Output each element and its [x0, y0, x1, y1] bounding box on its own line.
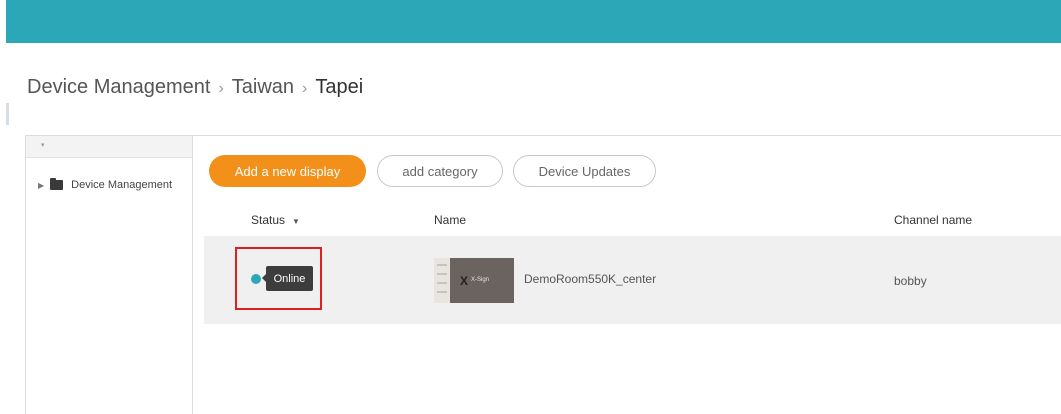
column-header-channel[interactable]: Channel name — [894, 213, 972, 227]
column-header-status-label: Status — [251, 213, 286, 227]
add-category-button[interactable]: add category — [377, 155, 503, 187]
add-new-display-button[interactable]: Add a new display — [209, 155, 366, 187]
breadcrumb: Device Management › Taiwan › Tapei — [27, 76, 363, 99]
column-header-status[interactable]: Status ▼ — [251, 213, 300, 227]
thumbnail-logo-icon: X — [460, 274, 469, 288]
left-edge-accent — [6, 103, 9, 125]
sidebar-header: ▾ — [26, 136, 192, 158]
breadcrumb-separator: › — [302, 80, 308, 97]
channel-name-cell: bobby — [894, 274, 927, 288]
content-top-divider — [193, 135, 1061, 136]
sort-down-icon[interactable]: ▼ — [292, 217, 300, 226]
device-tree-sidebar: ▾ ▶ Device Management — [25, 135, 193, 414]
device-updates-button[interactable]: Device Updates — [513, 155, 656, 187]
device-thumbnail[interactable]: X X-Sign — [434, 258, 514, 303]
breadcrumb-separator: › — [218, 80, 224, 97]
tree-item-device-management[interactable]: ▶ Device Management — [38, 178, 173, 191]
tree-item-label: Device Management — [71, 179, 173, 191]
breadcrumb-item-device-management[interactable]: Device Management — [27, 76, 210, 99]
top-header-bar — [6, 0, 1061, 43]
highlight-annotation-box — [235, 247, 322, 310]
folder-icon — [50, 178, 64, 190]
device-name-cell[interactable]: DemoRoom550K_center — [524, 272, 656, 286]
column-header-name[interactable]: Name — [434, 213, 466, 227]
expand-caret-icon[interactable]: ▶ — [38, 181, 44, 190]
thumbnail-logo-text: X-Sign — [471, 277, 490, 283]
breadcrumb-item-taiwan[interactable]: Taiwan — [232, 76, 294, 99]
collapse-icon[interactable]: ▾ — [41, 141, 45, 149]
thumbnail-menu-lines — [437, 264, 447, 300]
breadcrumb-item-tapei: Tapei — [315, 76, 364, 98]
